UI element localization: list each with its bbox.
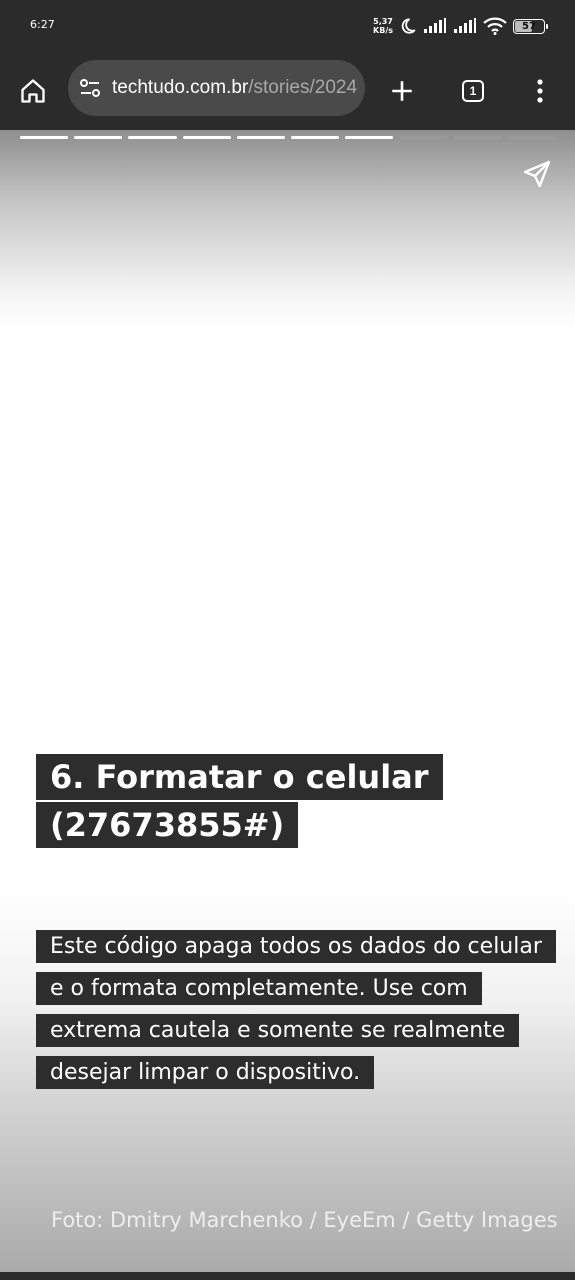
url-path: /stories/2024 — [248, 77, 358, 98]
progress-segment-viewed[interactable] — [182, 136, 231, 139]
progress-segment-viewed[interactable] — [74, 136, 123, 139]
do-not-disturb-moon-icon — [401, 18, 416, 34]
progress-segment-pending[interactable] — [507, 136, 557, 139]
status-icons: 5,37 KB/s 57 — [373, 14, 548, 38]
story-title-line: (27673855#) — [36, 802, 299, 848]
progress-segment-pending[interactable] — [399, 136, 448, 139]
network-speed-value: 5,37 — [373, 17, 393, 26]
battery-icon: 57 — [513, 18, 548, 34]
signal-strength-icon — [424, 18, 446, 33]
network-speed-unit: KB/s — [373, 26, 393, 35]
photo-credit: Foto: Dmitry Marchenko / EyeEm / Getty I… — [51, 1208, 558, 1232]
network-speed: 5,37 KB/s — [373, 17, 393, 35]
web-story[interactable]: 6. Formatar o celular (27673855#) Este c… — [0, 130, 575, 1272]
story-description-line: desejar limpar o dispositivo. — [36, 1056, 375, 1089]
tab-switcher-button[interactable]: 1 — [453, 71, 493, 111]
story-description-line: extrema cautela e somente se realmente — [36, 1014, 520, 1047]
home-button[interactable] — [13, 71, 53, 111]
wifi-icon — [483, 17, 507, 35]
site-settings-icon[interactable] — [78, 76, 102, 100]
browser-toolbar: techtudo.com.br/stories/2024 1 — [0, 52, 575, 130]
progress-segment-viewed[interactable] — [20, 136, 69, 139]
plus-icon — [392, 81, 412, 101]
tab-switcher-icon: 1 — [462, 80, 484, 102]
status-time: 6:27 — [30, 18, 55, 31]
progress-segment-pending[interactable] — [453, 136, 502, 139]
story-description-line: Este código apaga todos os dados do celu… — [36, 930, 556, 963]
progress-segment-viewed[interactable] — [291, 136, 340, 139]
share-button[interactable] — [521, 158, 553, 190]
new-tab-button[interactable] — [382, 71, 422, 111]
progress-segment-viewed[interactable] — [128, 136, 177, 139]
system-navigation-bar — [0, 1272, 575, 1280]
story-progress — [20, 136, 557, 140]
battery-level: 57 — [522, 20, 536, 32]
story-title-line: 6. Formatar o celular — [36, 754, 443, 800]
url-text[interactable]: techtudo.com.br/stories/2024 — [112, 77, 357, 99]
progress-segment-viewed[interactable] — [345, 136, 394, 139]
home-icon — [21, 79, 45, 103]
story-description-line: e o formata completamente. Use com — [36, 972, 482, 1005]
status-bar: 6:27 5,37 KB/s 57 — [0, 0, 575, 52]
signal-strength-icon — [454, 18, 476, 33]
progress-segment-viewed[interactable] — [236, 136, 286, 139]
more-vert-icon — [537, 79, 543, 103]
send-share-icon — [523, 160, 551, 188]
story-title: 6. Formatar o celular (27673855#) — [36, 754, 456, 850]
story-description: Este código apaga todos os dados do celu… — [36, 930, 556, 1098]
url-domain: techtudo.com.br — [112, 77, 249, 98]
address-bar[interactable]: techtudo.com.br/stories/2024 — [68, 60, 365, 116]
more-options-button[interactable] — [520, 71, 560, 111]
